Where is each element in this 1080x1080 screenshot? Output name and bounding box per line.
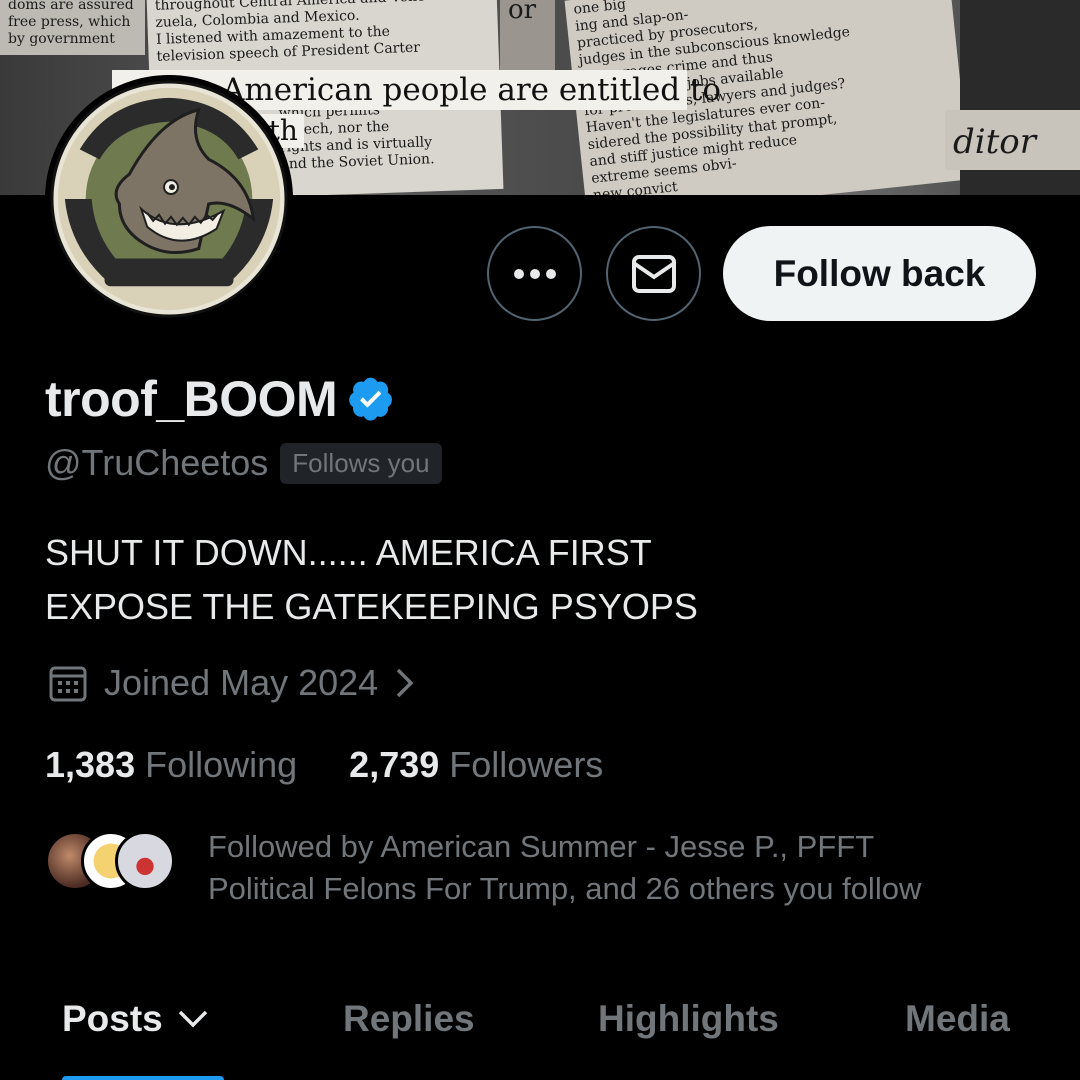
banner-clipping-far-left: doms are assured free press, which by go… [0,0,145,55]
tab-media[interactable]: Media [905,998,1010,1040]
banner-clipping-editor: ditor [945,110,1080,170]
follow-back-button[interactable]: Follow back [723,226,1036,321]
tab-replies[interactable]: Replies [343,998,475,1040]
followed-by-line: Followed by American Summer - Jesse P., … [208,829,875,864]
bio-line: EXPOSE THE GATEKEEPING PSYOPS [45,586,698,627]
active-tab-indicator [62,1076,224,1080]
message-button[interactable] [606,226,701,321]
envelope-icon [631,254,676,293]
profile-name-row: troof_BOOM [45,370,395,428]
followed-by-text: Followed by American Summer - Jesse P., … [208,826,1028,910]
followers-you-know[interactable]: Followed by American Summer - Jesse P., … [45,826,1028,910]
follow-stats: 1,383 Following 2,739 Followers [45,744,603,786]
mutual-avatars [45,826,185,891]
display-name: troof_BOOM [45,371,338,427]
tab-label: Posts [62,998,163,1039]
following-stat[interactable]: 1,383 Following [45,744,297,786]
shark-logo-image [50,80,288,318]
username-handle: @TruCheetos [45,442,269,483]
calendar-icon [49,666,87,702]
following-count: 1,383 [45,744,136,785]
tab-highlights[interactable]: Highlights [598,998,779,1040]
profile-avatar[interactable] [45,75,293,323]
avatar [115,831,175,891]
followers-label: Followers [449,744,604,785]
more-icon [513,268,556,279]
banner-text-line: or [508,0,537,25]
banner-text-line: doms are assured [8,0,134,13]
followers-count: 2,739 [349,744,440,785]
following-label: Following [145,744,298,785]
verified-badge-icon[interactable] [347,375,395,423]
tab-posts[interactable]: Posts [62,998,209,1040]
more-options-button[interactable] [487,226,582,321]
banner-text-line: free press, which [8,14,131,30]
handle-row: @TruCheetos Follows you [45,442,442,484]
joined-text: Joined May 2024 [104,662,379,703]
chevron-down-icon [178,1010,208,1028]
bio-line: SHUT IT DOWN...... AMERICA FIRST [45,532,652,573]
follows-you-badge: Follows you [280,442,442,484]
profile-tabs: Posts Replies Highlights Media [0,990,1080,1080]
followers-stat[interactable]: 2,739 Followers [349,744,603,786]
chevron-right-icon [396,668,414,698]
joined-date[interactable]: Joined May 2024 [48,662,418,704]
banner-text-line: ditor [953,122,1037,162]
profile-bio: SHUT IT DOWN...... AMERICA FIRST EXPOSE … [45,526,698,634]
followed-by-line: Political Felons For Trump, and 26 other… [208,871,922,906]
banner-text-line: by government [8,31,115,47]
